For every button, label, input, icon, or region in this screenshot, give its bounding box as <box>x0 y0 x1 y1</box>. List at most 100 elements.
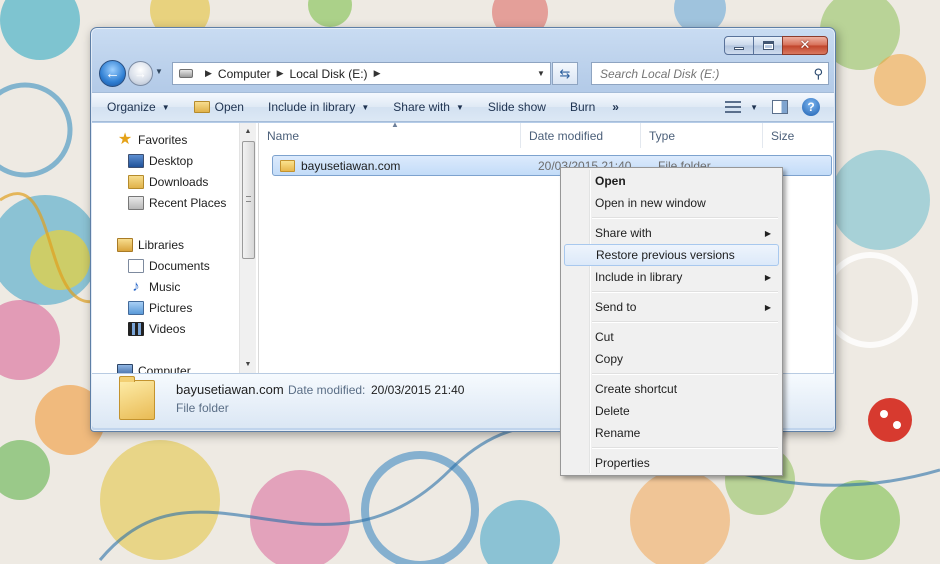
favorites-items: Desktop Downloads Recent Places <box>128 150 226 213</box>
menu-item-label: Properties <box>595 456 650 470</box>
menu-item-open-in-new-window[interactable]: Open in new window <box>564 192 779 214</box>
details-date-label: Date modified: <box>288 383 366 397</box>
recent-pages-dropdown[interactable]: ▼ <box>155 67 163 76</box>
menu-item-share-with[interactable]: Share with ▶ <box>564 222 779 244</box>
chevron-right-icon[interactable]: ▶ <box>205 68 212 79</box>
submenu-arrow-icon: ▶ <box>764 228 771 238</box>
close-button[interactable]: ✕ <box>782 36 828 55</box>
menu-item-include-in-library[interactable]: Include in library ▶ <box>564 266 779 288</box>
context-menu: Open Open in new window Share with ▶ Rest… <box>560 167 783 476</box>
menu-item-send-to[interactable]: Send to ▶ <box>564 296 779 318</box>
sidebar-item-videos[interactable]: Videos <box>128 318 210 339</box>
menu-item-label: Restore previous versions <box>596 248 735 262</box>
sidebar-item-computer[interactable]: Computer <box>117 360 191 373</box>
libraries-items: Documents ♪ Music Pictures Videos <box>128 255 210 339</box>
maximize-button[interactable] <box>753 36 783 55</box>
menu-separator <box>592 291 778 293</box>
submenu-arrow-icon: ▶ <box>764 302 771 312</box>
menu-item-label: Send to <box>595 300 637 314</box>
navigation-pane: ★ Favorites Desktop Downloads Recent Plac… <box>92 123 258 373</box>
chevron-down-icon: ▼ <box>161 102 170 112</box>
address-bar[interactable]: ▶ Computer ▶ Local Disk (E:) ▶ ▼ <box>172 62 551 85</box>
share-with-label: Share with <box>393 100 450 114</box>
menu-separator <box>592 373 778 375</box>
menu-item-label: Include in library <box>595 270 683 284</box>
navigation-pane-scrollbar[interactable]: ▲ ▼ <box>239 123 256 373</box>
menu-item-rename[interactable]: Rename <box>564 422 779 444</box>
chevron-right-icon[interactable]: ▶ <box>277 68 284 79</box>
submenu-arrow-icon: ▶ <box>764 272 771 282</box>
menu-item-label: Copy <box>595 352 624 366</box>
search-input[interactable] <box>598 65 798 82</box>
include-in-library-button[interactable]: Include in library ▼ <box>253 100 378 114</box>
sidebar-item-pictures[interactable]: Pictures <box>128 297 210 318</box>
recent-places-icon <box>128 195 144 210</box>
menu-item-restore-previous-versions[interactable]: Restore previous versions <box>564 244 779 266</box>
menu-item-cut[interactable]: Cut <box>564 326 779 348</box>
change-view-icon[interactable] <box>725 101 742 113</box>
column-headers: Name ▲ Date modified Type Size <box>259 120 834 148</box>
menu-item-open[interactable]: Open <box>564 170 779 192</box>
chevron-right-icon[interactable]: ▶ <box>374 68 381 79</box>
column-header-size[interactable]: Size <box>763 123 834 148</box>
scrollbar-thumb[interactable] <box>242 141 255 259</box>
column-header-type[interactable]: Type <box>641 123 763 148</box>
view-controls: ▼ ? <box>725 98 834 116</box>
chevron-down-icon: ▼ <box>455 102 464 112</box>
arrow-right-icon: → <box>134 66 147 81</box>
menu-item-label: Create shortcut <box>595 382 678 396</box>
file-name: bayusetiawan.com <box>301 158 401 173</box>
sidebar-item-favorites[interactable]: ★ Favorites <box>117 129 188 150</box>
sidebar-item-label: Libraries <box>138 237 185 252</box>
arrow-left-icon: ← <box>105 65 120 82</box>
slide-show-button[interactable]: Slide show <box>473 100 555 114</box>
sidebar-item-recent-places[interactable]: Recent Places <box>128 192 226 213</box>
menu-item-delete[interactable]: Delete <box>564 400 779 422</box>
sort-ascending-icon: ▲ <box>391 120 399 129</box>
minimize-button[interactable] <box>724 36 754 55</box>
address-dropdown-button[interactable]: ▼ <box>532 69 550 78</box>
share-with-button[interactable]: Share with ▼ <box>378 100 473 114</box>
refresh-button[interactable]: ⇆ <box>552 62 578 85</box>
preview-pane-icon[interactable] <box>772 100 788 114</box>
close-icon: ✕ <box>799 38 811 53</box>
scroll-down-arrow[interactable]: ▼ <box>240 356 256 373</box>
sidebar-item-music[interactable]: ♪ Music <box>128 276 210 297</box>
column-header-date-modified[interactable]: Date modified <box>521 123 641 148</box>
libraries-icon <box>117 237 133 252</box>
sidebar-item-label: Computer <box>138 363 191 374</box>
breadcrumb-computer[interactable]: Computer <box>218 67 271 81</box>
help-icon[interactable]: ? <box>802 98 820 116</box>
burn-button[interactable]: Burn <box>555 100 604 114</box>
grip-icon <box>246 196 251 202</box>
more-commands-button[interactable]: » <box>604 100 626 114</box>
folder-open-icon <box>193 101 210 113</box>
sidebar-item-desktop[interactable]: Desktop <box>128 150 226 171</box>
column-header-name[interactable]: Name ▲ <box>259 120 521 148</box>
organize-label: Organize <box>107 100 156 114</box>
documents-icon <box>128 258 144 273</box>
column-label: Size <box>771 128 795 143</box>
sidebar-item-downloads[interactable]: Downloads <box>128 171 226 192</box>
menu-item-label: Open in new window <box>595 196 706 210</box>
sidebar-item-documents[interactable]: Documents <box>128 255 210 276</box>
menu-item-properties[interactable]: Properties <box>564 452 779 474</box>
sidebar-item-libraries[interactable]: Libraries <box>117 234 184 255</box>
menu-item-create-shortcut[interactable]: Create shortcut <box>564 378 779 400</box>
search-icon[interactable]: ⚲ <box>813 66 823 82</box>
details-date-value: 20/03/2015 21:40 <box>371 383 465 397</box>
forward-button[interactable]: → <box>128 61 153 86</box>
sidebar-item-label: Desktop <box>149 153 194 168</box>
music-icon: ♪ <box>132 277 140 295</box>
scroll-up-arrow[interactable]: ▲ <box>240 123 256 140</box>
menu-item-copy[interactable]: Copy <box>564 348 779 370</box>
breadcrumb-local-disk[interactable]: Local Disk (E:) <box>290 67 368 81</box>
open-button[interactable]: Open <box>179 100 253 114</box>
back-button[interactable]: ← <box>99 60 126 87</box>
details-item-name: bayusetiawan.com <box>176 382 284 397</box>
favorites-group: ★ Favorites <box>117 129 188 150</box>
drive-icon <box>179 69 193 78</box>
organize-button[interactable]: Organize ▼ <box>92 100 179 114</box>
search-box[interactable]: ⚲ <box>591 62 829 85</box>
chevron-down-icon[interactable]: ▼ <box>750 103 758 112</box>
